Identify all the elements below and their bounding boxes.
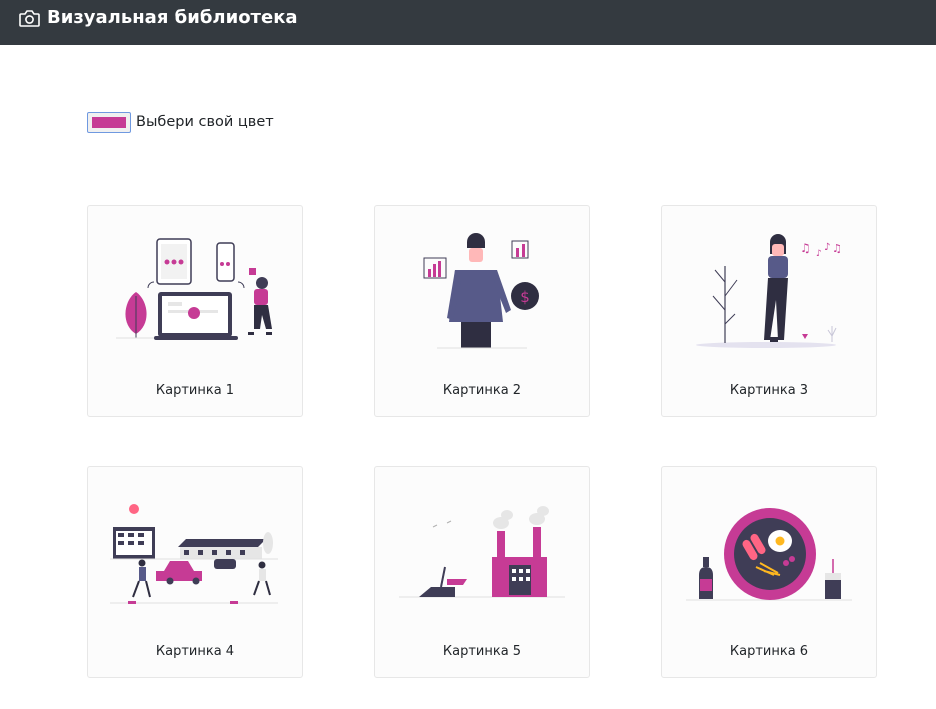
- color-input[interactable]: [87, 111, 131, 133]
- card-caption: Картинка 6: [729, 644, 809, 659]
- gallery-card-5[interactable]: Картинка 5: [374, 466, 590, 678]
- illustration-finance-man: $: [423, 233, 539, 349]
- gallery-card-3[interactable]: ♫ ♪ ♪ ♫ Картинка 3: [661, 205, 877, 417]
- gallery-card-1[interactable]: Картинка 1: [87, 205, 303, 417]
- card-caption: Картинка 2: [442, 383, 522, 398]
- illustration-devices: [116, 238, 272, 340]
- card-caption: Картинка 5: [442, 644, 522, 659]
- card-caption: Картинка 4: [155, 644, 235, 659]
- camera-icon: [19, 10, 40, 27]
- page-title[interactable]: Визуальная библиотека: [47, 7, 298, 28]
- svg-text:$: $: [520, 288, 530, 306]
- gallery-card-6[interactable]: Картинка 6: [661, 466, 877, 678]
- card-caption: Картинка 1: [155, 383, 235, 398]
- card-caption: Картинка 3: [729, 383, 809, 398]
- color-picker-row: Выбери свой цвет: [87, 111, 274, 133]
- navbar: Визуальная библиотека: [0, 0, 936, 45]
- color-input-label: Выбери свой цвет: [136, 114, 274, 130]
- svg-text:♫: ♫: [800, 241, 811, 255]
- svg-text:♪: ♪: [824, 242, 830, 253]
- gallery-card-2[interactable]: $ Картинка 2: [374, 205, 590, 417]
- color-swatch-fill: [92, 116, 126, 128]
- svg-text:♫: ♫: [832, 242, 842, 255]
- illustration-food-plate: [686, 508, 852, 601]
- illustration-city-street: [110, 504, 278, 604]
- svg-text:♪: ♪: [816, 249, 822, 259]
- illustration-factory: [399, 506, 565, 598]
- gallery-card-4[interactable]: Картинка 4: [87, 466, 303, 678]
- illustration-music-girl: ♫ ♪ ♪ ♫: [696, 234, 842, 348]
